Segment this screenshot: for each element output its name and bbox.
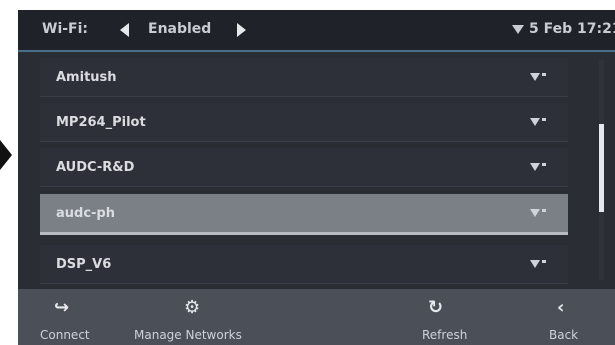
network-row-audc-rd[interactable]: AUDC-R&D [40,148,568,187]
back-button[interactable]: ‹ Back [523,289,603,345]
wifi-signal-locked-icon [530,118,546,126]
refresh-icon: ↻ [428,297,444,318]
wifi-signal-locked-icon [530,163,546,171]
wifi-signal-locked-icon [530,209,546,217]
network-row-dsp-v6[interactable]: DSP_V6 [40,245,568,284]
bottom-toolbar: ↪ Connect ⚙ Manage Networks ↻ Refresh ‹ … [18,289,615,345]
connect-button[interactable]: ↪ Connect [18,289,108,345]
network-name: DSP_V6 [56,257,112,272]
network-row-audc-ph[interactable]: audc-ph [40,194,568,235]
network-name: Amitush [56,70,117,85]
network-row-mp264-pilot[interactable]: MP264_Pilot [40,103,568,142]
network-name: MP264_Pilot [56,115,146,130]
refresh-label: Refresh [422,328,468,342]
scrollbar-thumb[interactable] [599,124,604,212]
network-name: audc-ph [56,206,115,221]
network-list: Amitush MP264_Pilot AUDC-R&D audc-ph DSP… [40,58,568,284]
status-date-time: 5 Feb 17:21 [529,21,615,37]
wifi-settings-icon: ⚙ [184,297,201,318]
network-name: AUDC-R&D [56,160,135,175]
wifi-state-next-arrow[interactable] [237,23,246,37]
scrollbar[interactable] [599,60,604,280]
wifi-state-value[interactable]: Enabled [148,21,211,37]
network-row-amitush[interactable]: Amitush [40,58,568,97]
connect-label: Connect [40,328,90,342]
wifi-state-prev-arrow[interactable] [120,23,129,37]
refresh-button[interactable]: ↻ Refresh [398,289,498,345]
selection-pointer-arrow [0,140,12,170]
wifi-status-icon [512,25,524,34]
wifi-signal-locked-icon [530,73,546,81]
back-chevron-icon: ‹ [557,297,565,318]
wifi-label: Wi-Fi: [42,21,89,37]
wifi-connect-icon: ↪ [54,297,70,318]
manage-networks-button[interactable]: ⚙ Manage Networks [128,289,298,345]
wifi-signal-locked-icon [530,260,546,268]
manage-networks-label: Manage Networks [134,328,242,342]
status-bar: Wi-Fi: Enabled 5 Feb 17:21 [18,10,615,52]
phone-screen: Wi-Fi: Enabled 5 Feb 17:21 Amitush MP264… [18,10,615,345]
back-label: Back [549,328,579,342]
